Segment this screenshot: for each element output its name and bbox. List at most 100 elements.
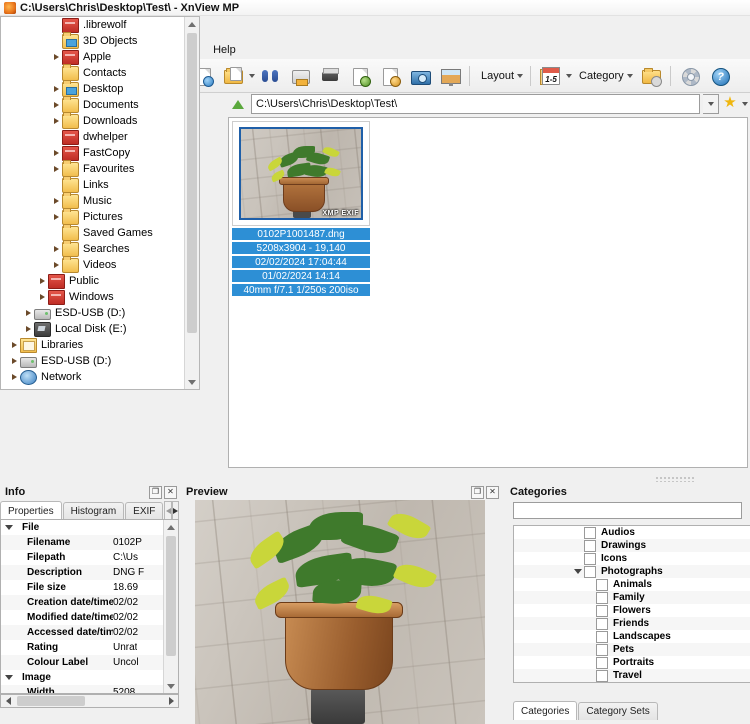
category-checkbox[interactable] (584, 552, 596, 565)
tab-category-sets[interactable]: Category Sets (578, 702, 658, 720)
path-input[interactable]: C:\Users\Chris\Desktop\Test\ (251, 94, 700, 114)
folder-tree-item[interactable]: Local Disk (E:) (1, 321, 185, 337)
folder-tree-item[interactable]: .librewolf (1, 17, 185, 33)
category-checkbox[interactable] (596, 669, 608, 682)
tab-scroll-right-icon[interactable] (171, 501, 179, 520)
scroll-up-icon[interactable] (185, 17, 199, 31)
folder-tree-item[interactable]: ESD-USB (D:) (1, 353, 185, 369)
folder-tree-item[interactable]: Documents (1, 95, 185, 113)
tab-scroll-left-icon[interactable] (164, 501, 172, 520)
category-checkbox[interactable] (596, 604, 608, 617)
folder-tree-item[interactable]: Apple (1, 49, 185, 65)
folder-tree-item[interactable]: Libraries (1, 337, 185, 353)
category-item[interactable]: Flowers (514, 604, 750, 617)
folder-tree-item[interactable]: Searches (1, 239, 185, 257)
scroll-up-icon[interactable] (164, 520, 178, 534)
chevron-right-icon[interactable] (51, 209, 62, 225)
scan-button[interactable] (316, 62, 344, 90)
category-item[interactable]: Pictures (514, 682, 750, 683)
folder-tree-item[interactable]: Public (1, 273, 185, 289)
chevron-right-icon[interactable] (23, 305, 34, 321)
help-button[interactable]: ? (706, 62, 734, 90)
star-icon[interactable]: ★ (722, 95, 738, 112)
category-checkbox[interactable] (596, 617, 608, 630)
float-icon[interactable]: ❐ (471, 485, 484, 499)
scroll-right-icon[interactable] (164, 695, 178, 707)
folder-tree-item[interactable]: 3D Objects (1, 31, 185, 49)
properties-list[interactable]: File Filename 0102P Filepath C:\Us Descriptio… (1, 520, 164, 693)
category-checkbox[interactable] (584, 565, 596, 578)
chevron-right-icon[interactable] (51, 97, 62, 113)
category-checkbox[interactable] (584, 539, 596, 552)
scrollbar-thumb[interactable] (166, 536, 176, 656)
close-icon[interactable]: ✕ (164, 485, 177, 499)
tab-properties[interactable]: Properties (0, 501, 62, 520)
chevron-down-icon[interactable] (572, 565, 584, 578)
hscrollbar-thumb[interactable] (17, 696, 85, 706)
folder-tree-item[interactable]: ESD-USB (D:) (1, 305, 185, 321)
chevron-right-icon[interactable] (51, 241, 62, 257)
category-item[interactable]: Animals (514, 578, 750, 591)
folder-tree-item[interactable]: Saved Games (1, 223, 185, 241)
category-checkbox[interactable] (584, 526, 596, 539)
go-up-button[interactable] (228, 94, 248, 114)
thumbnail-box[interactable]: XMP EXIF (232, 121, 370, 226)
chevron-right-icon[interactable] (51, 193, 62, 209)
category-item[interactable]: Family (514, 591, 750, 604)
chevron-down-icon[interactable] (5, 675, 13, 680)
tab-histogram[interactable]: Histogram (62, 502, 125, 520)
folder-tree-item[interactable]: Favourites (1, 159, 185, 177)
scrollbar-thumb[interactable] (187, 33, 197, 333)
chevron-right-icon[interactable] (9, 369, 20, 385)
info-hscrollbar[interactable] (0, 694, 179, 708)
folder-tree-item[interactable]: Links (1, 175, 185, 193)
assign-category-button[interactable] (637, 62, 665, 90)
chevron-right-icon[interactable] (51, 49, 62, 65)
scroll-down-icon[interactable] (164, 679, 178, 693)
folder-tree-item[interactable]: Desktop (1, 79, 185, 97)
horizontal-splitter-grip[interactable] (655, 476, 695, 482)
search-button[interactable] (256, 62, 284, 90)
category-item[interactable]: Travel (514, 669, 750, 682)
category-checkbox[interactable] (584, 683, 596, 684)
folders-tree[interactable]: .librewolf 3D Objects Apple Contacts Desktop… (1, 17, 185, 389)
menu-help[interactable]: Help (205, 43, 244, 57)
import-dropdown-icon[interactable] (249, 73, 255, 78)
chevron-right-icon[interactable] (37, 273, 48, 289)
category-item[interactable]: Icons (514, 552, 750, 565)
chevron-down-icon[interactable] (5, 525, 13, 530)
tab-categories[interactable]: Categories (513, 701, 578, 720)
folder-tree-item[interactable]: dwhelper (1, 129, 185, 145)
category-checkbox[interactable] (596, 630, 608, 643)
thumbnail-cell[interactable]: XMP EXIF 0102P1001487.dng 5208x3904 - 19… (232, 121, 370, 296)
chevron-right-icon[interactable] (9, 353, 20, 369)
properties-group-header[interactable]: File (1, 520, 164, 535)
preview-image[interactable] (195, 500, 485, 724)
folder-tree-item[interactable]: Videos (1, 255, 185, 273)
print-button[interactable] (286, 62, 314, 90)
favorites-dropdown-icon[interactable] (742, 102, 748, 106)
category-item[interactable]: Pets (514, 643, 750, 656)
category-item[interactable]: Photographs (514, 565, 750, 578)
folders-scrollbar[interactable] (184, 17, 199, 389)
layout-combo[interactable]: Layout (474, 64, 526, 88)
screen-capture-button[interactable] (406, 62, 434, 90)
category-item[interactable]: Audios (514, 526, 750, 539)
category-checkbox[interactable] (596, 656, 608, 669)
categories-tree[interactable]: Audios Drawings Icons Photographs Animals Fam… (514, 526, 750, 683)
batch-rename-button[interactable] (376, 62, 404, 90)
folder-tree-item[interactable]: Network (1, 369, 185, 385)
thumbnail-browser[interactable]: XMP EXIF 0102P1001487.dng 5208x3904 - 19… (228, 117, 748, 468)
category-item[interactable]: Landscapes (514, 630, 750, 643)
folder-tree-item[interactable]: Downloads (1, 111, 185, 129)
numbering-button[interactable]: 1-5 (536, 62, 564, 90)
category-item[interactable]: Friends (514, 617, 750, 630)
category-combo[interactable]: Category (572, 64, 636, 88)
folder-tree-item[interactable]: Music (1, 191, 185, 209)
tab-exif[interactable]: EXIF (125, 502, 164, 520)
categories-search-input[interactable] (513, 502, 742, 519)
scroll-down-icon[interactable] (185, 375, 199, 389)
properties-group-header[interactable]: Image (1, 670, 164, 685)
chevron-right-icon[interactable] (51, 257, 62, 273)
info-scrollbar[interactable] (163, 520, 178, 693)
